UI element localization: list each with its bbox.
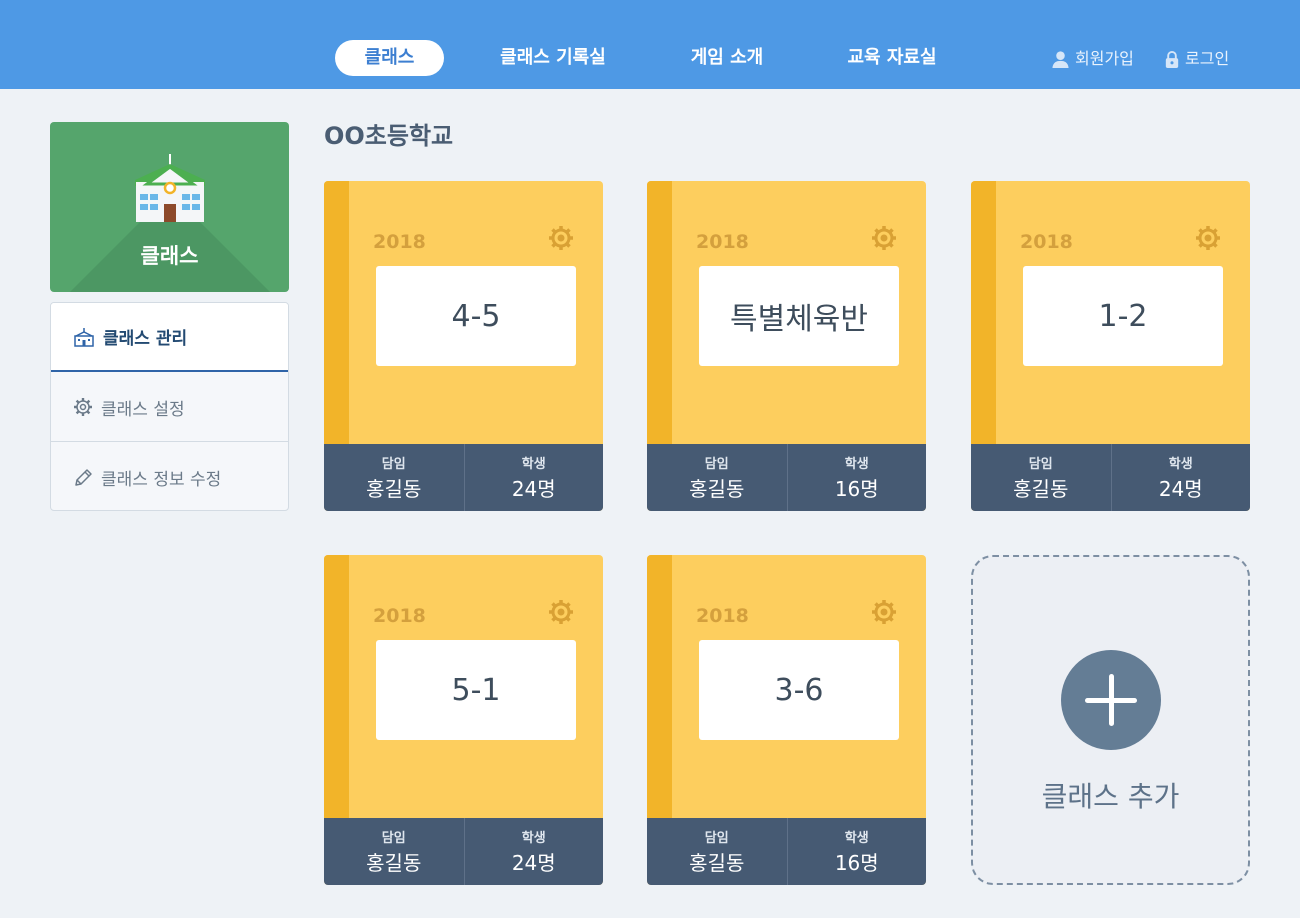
nav-tab-game-intro[interactable]: 게임 소개	[678, 40, 776, 76]
class-card-footer: 담임 홍길동 학생 16명	[647, 444, 926, 511]
student-count: 24명	[1158, 477, 1203, 501]
teacher-label: 담임	[381, 831, 406, 846]
teacher-cell: 담임 홍길동	[971, 444, 1111, 511]
teacher-cell: 담임 홍길동	[324, 444, 464, 511]
student-label: 학생	[1168, 457, 1193, 472]
student-cell: 학생 24명	[463, 818, 604, 885]
sidebar-title: 클래스	[140, 244, 199, 268]
login-link[interactable]: 로그인	[1164, 48, 1229, 70]
sidebar-item-label: 클래스 관리	[103, 329, 188, 349]
sidebar-item-class-settings[interactable]: 클래스 설정	[51, 373, 288, 442]
lock-icon	[1165, 50, 1179, 68]
nav-tab-edu-materials[interactable]: 교육 자료실	[836, 40, 948, 76]
school-name-heading: OO초등학교	[324, 122, 454, 150]
class-name: 1-2	[1023, 266, 1223, 366]
nav-tab-class[interactable]: 클래스	[335, 40, 444, 76]
add-class-button[interactable]: 클래스 추가	[971, 555, 1250, 885]
gear-icon[interactable]	[1195, 225, 1221, 251]
gear-icon[interactable]	[548, 225, 574, 251]
teacher-cell: 담임 홍길동	[324, 818, 464, 885]
student-cell: 학생 24명	[463, 444, 604, 511]
card-spine	[971, 181, 996, 444]
class-year: 2018	[696, 231, 749, 253]
school-building-icon	[135, 154, 205, 222]
class-year: 2018	[373, 605, 426, 627]
teacher-cell: 담임 홍길동	[647, 444, 787, 511]
teacher-label: 담임	[381, 457, 406, 472]
class-year: 2018	[696, 605, 749, 627]
class-card[interactable]: 2018 5-1 담임 홍길동 학생 24명	[324, 555, 603, 885]
sidebar-item-label: 클래스 설정	[101, 399, 185, 420]
gear-icon[interactable]	[548, 599, 574, 625]
teacher-name: 홍길동	[366, 477, 422, 501]
teacher-name: 홍길동	[1013, 477, 1069, 501]
class-name: 4-5	[376, 266, 576, 366]
school-outline-icon	[74, 327, 94, 347]
user-icon	[1052, 50, 1069, 68]
card-spine	[324, 555, 349, 818]
teacher-name: 홍길동	[689, 851, 745, 875]
card-spine	[324, 181, 349, 444]
teacher-label: 담임	[704, 831, 729, 846]
teacher-name: 홍길동	[689, 477, 745, 501]
gear-icon[interactable]	[871, 225, 897, 251]
top-navigation-bar: 클래스 클래스 기록실 게임 소개 교육 자료실 회원가입 로그인	[0, 0, 1300, 89]
student-count: 24명	[511, 477, 556, 501]
card-spine	[647, 555, 672, 818]
student-label: 학생	[521, 831, 546, 846]
pencil-icon	[75, 468, 92, 486]
class-name: 5-1	[376, 640, 576, 740]
class-year: 2018	[373, 231, 426, 253]
sidebar-item-class-info-edit[interactable]: 클래스 정보 수정	[51, 443, 288, 510]
class-card-footer: 담임 홍길동 학생 24명	[971, 444, 1250, 511]
class-card-footer: 담임 홍길동 학생 24명	[324, 444, 603, 511]
student-label: 학생	[844, 831, 869, 846]
class-name: 특별체육반	[699, 266, 899, 366]
student-count: 16명	[834, 477, 879, 501]
add-class-label: 클래스 추가	[1041, 780, 1180, 813]
class-name: 3-6	[699, 640, 899, 740]
card-spine	[647, 181, 672, 444]
gear-icon	[74, 398, 92, 416]
teacher-cell: 담임 홍길동	[647, 818, 787, 885]
student-cell: 학생 16명	[786, 444, 927, 511]
sidebar-menu: 클래스 관리 클래스 설정 클래스 정보 수정	[50, 302, 289, 511]
plus-icon	[1061, 650, 1161, 750]
teacher-label: 담임	[1028, 457, 1053, 472]
class-card[interactable]: 2018 1-2 담임 홍길동 학생 24명	[971, 181, 1250, 511]
class-card-footer: 담임 홍길동 학생 24명	[324, 818, 603, 885]
sidebar-item-class-manage[interactable]: 클래스 관리	[51, 303, 288, 372]
student-count: 16명	[834, 851, 879, 875]
signup-label: 회원가입	[1075, 49, 1134, 68]
teacher-label: 담임	[704, 457, 729, 472]
gear-icon[interactable]	[871, 599, 897, 625]
student-label: 학생	[844, 457, 869, 472]
class-card[interactable]: 2018 3-6 담임 홍길동 학생 16명	[647, 555, 926, 885]
teacher-name: 홍길동	[366, 851, 422, 875]
nav-tab-class-archive[interactable]: 클래스 기록실	[488, 40, 618, 76]
student-cell: 학생 24명	[1110, 444, 1251, 511]
sidebar-item-label: 클래스 정보 수정	[101, 470, 222, 490]
student-label: 학생	[521, 457, 546, 472]
class-card[interactable]: 2018 특별체육반 담임 홍길동 학생 16명	[647, 181, 926, 511]
login-label: 로그인	[1185, 49, 1230, 68]
class-card[interactable]: 2018 4-5 담임 홍길동 학생 24명	[324, 181, 603, 511]
student-cell: 학생 16명	[786, 818, 927, 885]
class-card-footer: 담임 홍길동 학생 16명	[647, 818, 926, 885]
signup-link[interactable]: 회원가입	[1051, 48, 1134, 70]
class-year: 2018	[1020, 231, 1073, 253]
student-count: 24명	[511, 851, 556, 875]
